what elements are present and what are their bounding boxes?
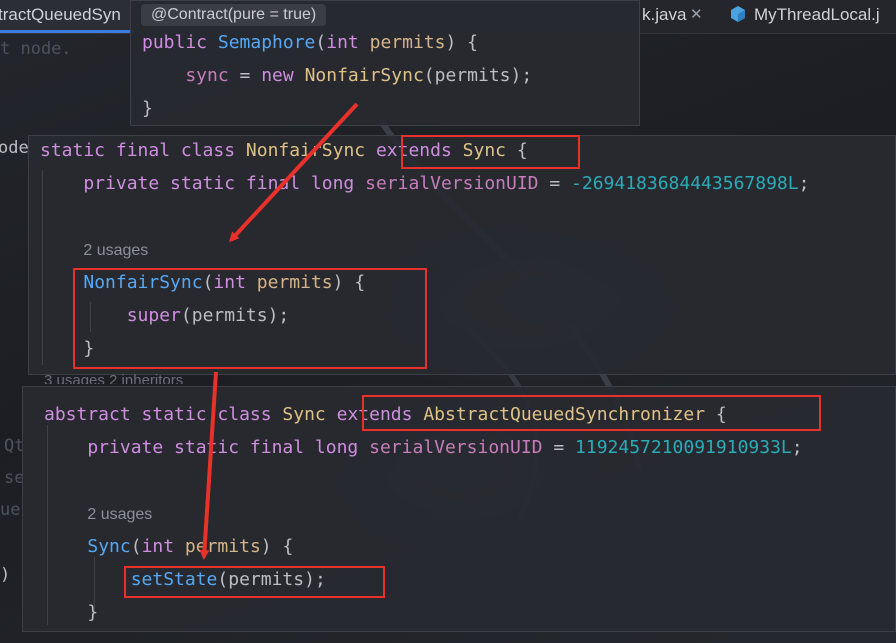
arrow-to-nonfairsync [228,102,359,243]
arrow-to-setstate [199,371,218,560]
annotation-arrows [199,102,359,560]
